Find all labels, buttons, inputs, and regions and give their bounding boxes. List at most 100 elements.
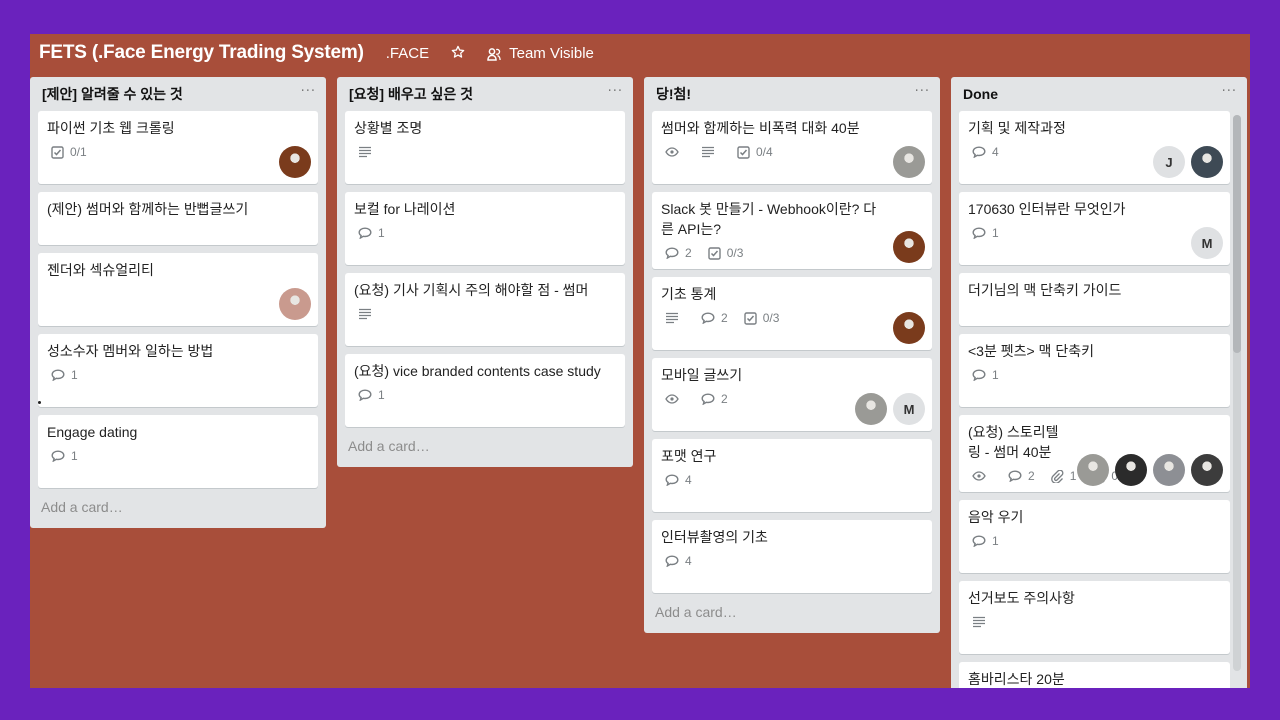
card-members <box>893 146 925 178</box>
watch-icon <box>972 471 992 481</box>
member-initials-avatar[interactable]: M <box>893 393 925 425</box>
member-photo-avatar[interactable] <box>893 146 925 178</box>
comment-badge: 4 <box>665 554 692 568</box>
add-card-button[interactable]: Add a card… <box>644 601 940 633</box>
card[interactable]: Engage dating 1 <box>38 415 318 488</box>
list-column: [요청] 배우고 싶은 것 ··· 상황별 조명보컬 for 나레이션 1 (요청) 기… <box>337 77 633 467</box>
member-photo-avatar[interactable] <box>893 312 925 344</box>
member-photo-avatar[interactable] <box>893 231 925 263</box>
card-badges: 4 <box>661 551 924 571</box>
scrollbar-thumb[interactable] <box>1233 115 1241 353</box>
card-title: Engage dating <box>47 424 138 440</box>
badge-count: 1 <box>71 368 78 382</box>
checklist-icon <box>743 311 763 325</box>
board-org-button[interactable]: .FACE <box>386 45 429 62</box>
team-icon[interactable] <box>487 46 501 61</box>
badge-count: 4 <box>685 554 692 568</box>
card-title: <3분 펫츠> 맥 단축키 <box>968 343 1094 359</box>
card[interactable]: 성소수자 멤버와 일하는 방법 1 <box>38 334 318 407</box>
member-photo-avatar[interactable] <box>1077 454 1109 486</box>
comment-icon <box>665 247 685 259</box>
card-badges: 1 <box>968 365 1222 385</box>
checklist-icon <box>51 145 70 159</box>
watch-icon <box>665 394 685 404</box>
card[interactable]: 썸머와 함께하는 비폭력 대화 40분 0/4 <box>652 111 932 184</box>
list-scrollbar[interactable] <box>1233 115 1241 671</box>
card-title: 더기님의 맥 단축키 가이드 <box>968 282 1122 298</box>
card[interactable]: 포맷 연구 4 <box>652 439 932 512</box>
card[interactable]: 기획 및 제작과정 4 J <box>959 111 1230 184</box>
member-photo-avatar[interactable] <box>855 393 887 425</box>
card[interactable]: 170630 인터뷰란 무엇인가 1 M <box>959 192 1230 265</box>
card-title: 젠더와 섹슈얼리티 <box>47 262 154 278</box>
card-badges: 1 <box>47 365 310 385</box>
attachment-icon <box>1050 469 1070 483</box>
card[interactable]: (요청) 스토리텔링 - 썸머 40분210/5 <box>959 415 1230 492</box>
card-members: M <box>855 393 925 425</box>
card[interactable]: 보컬 for 나레이션 1 <box>345 192 625 265</box>
comment-icon <box>51 450 71 462</box>
member-photo-avatar[interactable] <box>1153 454 1185 486</box>
board-title[interactable]: FETS (.Face Energy Trading System) <box>39 42 364 64</box>
list-menu-icon[interactable]: ··· <box>915 85 930 104</box>
list-menu-icon[interactable]: ··· <box>301 85 316 104</box>
board-visibility-button[interactable]: Team Visible <box>509 45 594 62</box>
badge-count: 0/1 <box>70 145 87 159</box>
card[interactable]: 파이썬 기초 웹 크롤링 0/1 <box>38 111 318 184</box>
card-title: 모바일 글쓰기 <box>661 367 743 383</box>
card[interactable]: (요청) vice branded contents case study 1 <box>345 354 625 427</box>
list-menu-icon[interactable]: ··· <box>1222 85 1237 104</box>
comment-badge: 4 <box>665 473 692 487</box>
comment-icon <box>972 146 992 158</box>
member-initials-avatar[interactable]: M <box>1191 227 1223 259</box>
card[interactable]: 더기님의 맥 단축키 가이드 <box>959 273 1230 326</box>
list-title[interactable]: [제안] 알려줄 수 있는 것 <box>42 84 183 104</box>
description-badge <box>665 312 685 324</box>
list-title[interactable]: 당!첨! <box>656 84 691 104</box>
card[interactable]: 선거보도 주의사항 <box>959 581 1230 654</box>
badge-count: 1 <box>992 534 999 548</box>
list-cards: 상황별 조명보컬 for 나레이션 1 (요청) 기사 기획시 주의 해야할 점 -… <box>337 111 633 427</box>
member-initials-avatar[interactable]: J <box>1153 146 1185 178</box>
comment-icon <box>972 369 992 381</box>
card-badges <box>354 142 617 162</box>
watch-badge <box>665 147 685 157</box>
badge-count: 1 <box>378 388 385 402</box>
watch-icon <box>665 147 685 157</box>
checklist-badge: 0/4 <box>737 145 773 159</box>
list-column: Done ··· 기획 및 제작과정 4 J 170630 인터뷰란 무엇인가 1 M 더기님의… <box>951 77 1247 688</box>
add-card-button[interactable]: Add a card… <box>337 435 633 467</box>
list-title[interactable]: Done <box>963 86 998 102</box>
description-badge <box>972 616 992 628</box>
card[interactable]: (요청) 기사 기획시 주의 해야할 점 - 썸머 <box>345 273 625 346</box>
card-title: 기획 및 제작과정 <box>968 120 1066 136</box>
card-title: 홈바리스타 20분 <box>968 671 1065 687</box>
card[interactable]: <3분 펫츠> 맥 단축키 1 <box>959 334 1230 407</box>
card[interactable]: Slack 봇 만들기 - Webhook이란? 다른 API는? 2 0/3 <box>652 192 932 269</box>
card[interactable]: 홈바리스타 20분10/4 <box>959 662 1230 688</box>
card-title: (요청) vice branded contents case study <box>354 363 601 379</box>
member-photo-avatar[interactable] <box>1115 454 1147 486</box>
comment-icon <box>665 555 685 567</box>
member-photo-avatar[interactable] <box>279 146 311 178</box>
list-menu-icon[interactable]: ··· <box>608 85 623 104</box>
list-title[interactable]: [요청] 배우고 싶은 것 <box>349 84 473 104</box>
card[interactable]: 상황별 조명 <box>345 111 625 184</box>
card-title: 파이썬 기초 웹 크롤링 <box>47 120 175 136</box>
badge-count: 0/3 <box>762 311 780 325</box>
card-badges: 1 <box>47 446 310 466</box>
card[interactable]: (제안) 썸머와 함께하는 반뻡글쓰기 <box>38 192 318 245</box>
member-photo-avatar[interactable] <box>279 288 311 320</box>
card[interactable]: 인터뷰촬영의 기초 4 <box>652 520 932 593</box>
add-card-button[interactable]: Add a card… <box>30 496 326 528</box>
comment-icon <box>358 227 378 239</box>
card[interactable]: 음악 우기 1 <box>959 500 1230 573</box>
comment-icon <box>701 312 721 324</box>
member-photo-avatar[interactable] <box>1191 454 1223 486</box>
card[interactable]: 모바일 글쓰기 2 M <box>652 358 932 431</box>
card[interactable]: 젠더와 섹슈얼리티 <box>38 253 318 326</box>
member-photo-avatar[interactable] <box>1191 146 1223 178</box>
star-icon[interactable] <box>451 45 465 62</box>
card-members: J <box>1153 146 1223 178</box>
card[interactable]: 기초 통계 2 0/3 <box>652 277 932 350</box>
